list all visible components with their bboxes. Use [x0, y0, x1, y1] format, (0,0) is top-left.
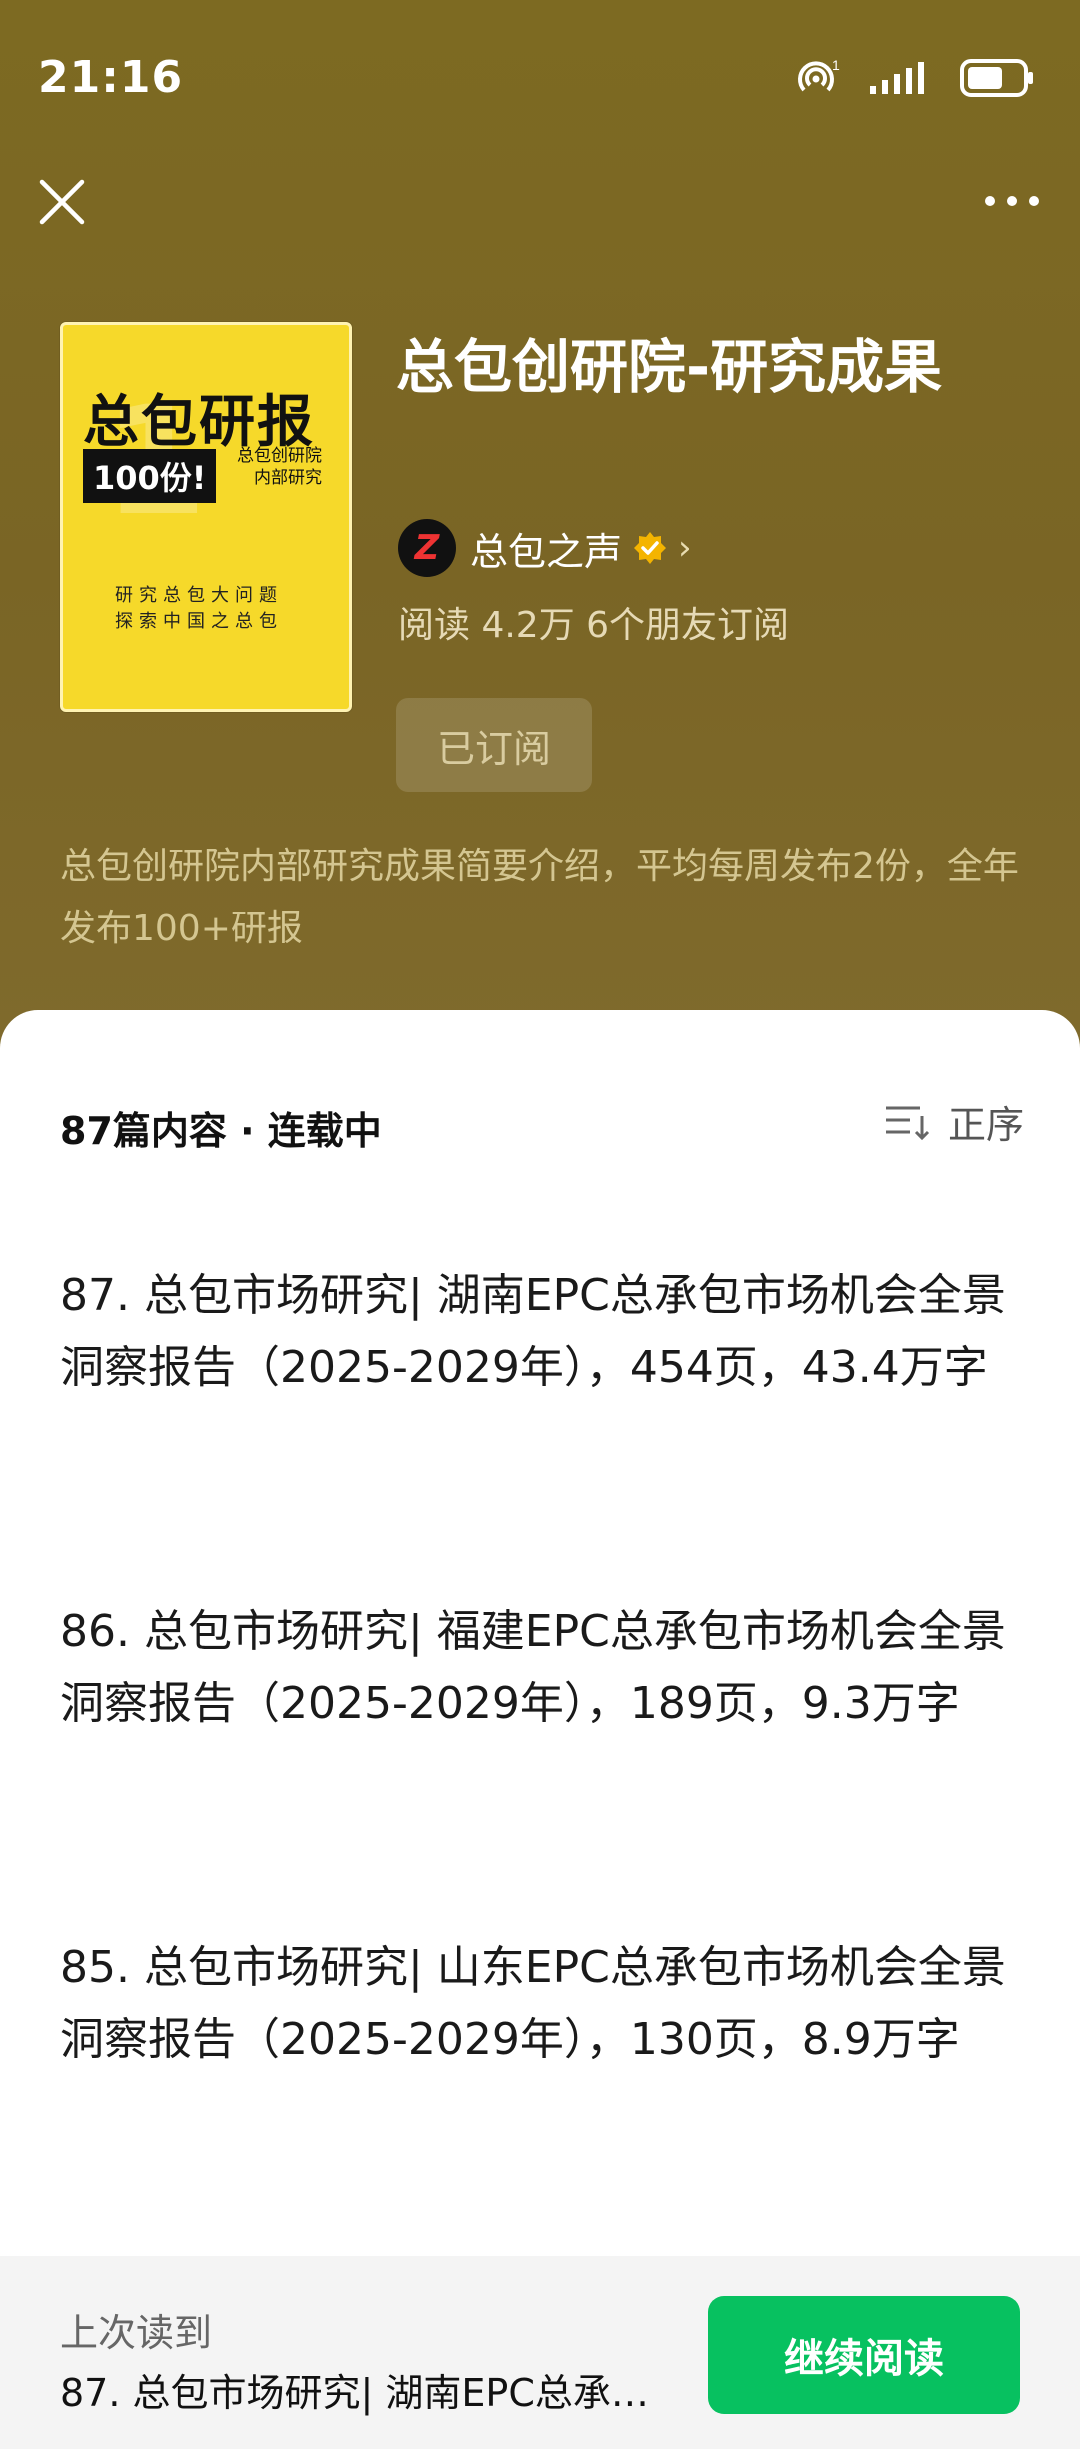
cover-subtitle-line1: 总包创研院 — [237, 446, 322, 466]
header-background: 21:16 1 总包研报 100份! 总包创研院 内部研究 研究总包大问题 探索… — [0, 0, 1080, 1040]
sort-order-button[interactable]: 正序 — [884, 1094, 1024, 1149]
status-bar: 21:16 1 — [0, 0, 1080, 160]
collection-title: 总包创研院-研究成果 — [396, 333, 943, 401]
cover-subtitle-line2: 内部研究 — [254, 468, 322, 488]
collection-description: 总包创研院内部研究成果简要介绍，平均每周发布2份，全年发布100+研报 — [60, 846, 1019, 949]
list-item[interactable]: 86. 总包市场研究| 福建EPC总承包市场机会全景洞察报告（2025-2029… — [60, 1596, 1030, 1740]
continue-reading-button[interactable]: 继续阅读 — [708, 2296, 1020, 2414]
verified-badge-icon — [634, 532, 667, 564]
cover-tagline-2: 探索中国之总包 — [115, 611, 283, 632]
close-icon[interactable] — [36, 176, 88, 228]
sort-label: 正序 — [947, 1103, 1024, 1147]
read-stats: 阅读 4.2万 6个朋友订阅 — [398, 605, 790, 646]
continue-reading-bar: 上次读到 87. 总包市场研究| 湖南EPC总承包市场机会全景洞察报告（2025… — [0, 2256, 1080, 2449]
collection-cover: 1 总包研报 100份! 总包创研院 内部研究 研究总包大问题 探索中国之总包 — [60, 322, 352, 712]
article-count: 87篇内容 · 连载中 — [60, 1109, 382, 1153]
status-icons: 1 — [794, 58, 1036, 98]
author-avatar: Z — [398, 519, 456, 577]
battery-icon — [960, 59, 1033, 97]
hotspot-icon: 1 — [798, 58, 840, 92]
content-list-panel: 87篇内容 · 连载中 正序 87. 总包市场研究| 湖南EPC总承包市场机会全… — [0, 1010, 1080, 2449]
cover-tagline-1: 研究总包大问题 — [115, 585, 283, 606]
svg-text:1: 1 — [832, 58, 840, 73]
signal-icon — [870, 62, 924, 94]
subscribed-button[interactable]: 已订阅 — [396, 698, 592, 792]
list-item[interactable]: 87. 总包市场研究| 湖南EPC总承包市场机会全景洞察报告（2025-2029… — [60, 1260, 1030, 1404]
status-time: 21:16 — [38, 52, 184, 103]
chevron-right-icon: › — [678, 528, 692, 568]
author-link[interactable]: Z 总包之声 › — [398, 518, 692, 578]
sort-icon — [885, 1106, 930, 1140]
cover-badge: 100份! — [83, 449, 217, 503]
last-read-title[interactable]: 87. 总包市场研究| 湖南EPC总承包市场机会全景洞察报告（2025-2029… — [60, 2362, 670, 2417]
last-read-label: 上次读到 — [60, 2311, 213, 2355]
more-options-icon[interactable] — [982, 186, 1042, 216]
author-name: 总包之声 — [470, 529, 623, 574]
list-item[interactable]: 85. 总包市场研究| 山东EPC总承包市场机会全景洞察报告（2025-2029… — [60, 1932, 1030, 2076]
cover-subtitle: 总包创研院 内部研究 — [237, 445, 322, 489]
